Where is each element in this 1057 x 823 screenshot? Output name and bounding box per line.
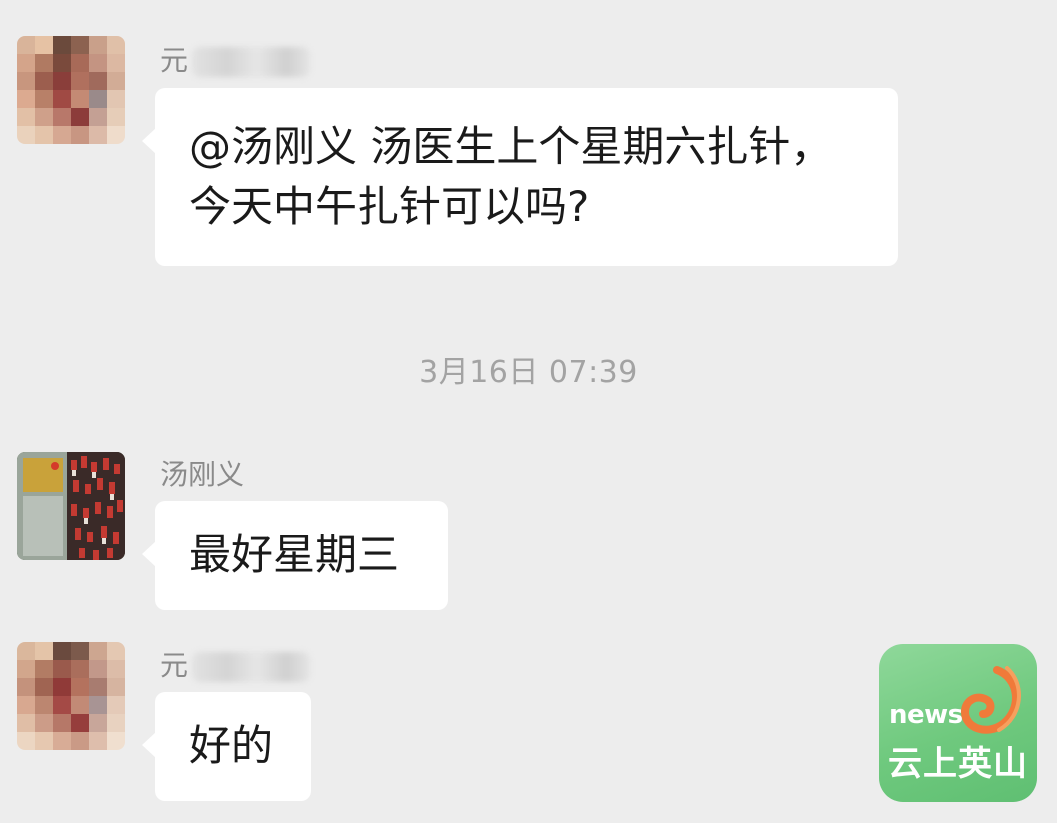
avatar-mosaic-cell <box>53 36 71 54</box>
sender-name-visible: 汤刚义 <box>160 458 245 491</box>
avatar-mosaic-cell <box>35 678 53 696</box>
avatar-mosaic-cell <box>17 696 35 714</box>
message-text-line: 今天中午扎针可以吗? <box>189 182 590 231</box>
avatar-mosaic-cell <box>89 714 107 732</box>
message-bubble[interactable]: @汤刚义 汤医生上个星期六扎针， 今天中午扎针可以吗? <box>142 88 898 266</box>
avatar-mosaic-cell <box>53 642 71 660</box>
avatar-mosaic-cell <box>89 660 107 678</box>
blurred-name-redaction <box>192 47 311 77</box>
avatar-mosaic-cell <box>89 108 107 126</box>
avatar-mosaic-cell <box>17 642 35 660</box>
avatar-mosaic-cell <box>35 90 53 108</box>
avatar-mosaic-cell <box>17 90 35 108</box>
avatar-mosaic-cell <box>35 108 53 126</box>
avatar-mosaic-cell <box>53 678 71 696</box>
avatar-mosaic-cell <box>35 642 53 660</box>
avatar-mosaic-cell <box>35 126 53 144</box>
user-avatar-photo[interactable] <box>17 452 125 560</box>
message-text-line: @汤刚义 汤医生上个星期六扎针， <box>189 122 833 171</box>
avatar-mosaic-cell <box>53 90 71 108</box>
avatar-mosaic-cell <box>89 90 107 108</box>
sender-name: 汤刚义 <box>160 458 244 492</box>
avatar-mosaic-cell <box>17 126 35 144</box>
message-bubble[interactable]: 最好星期三 <box>142 501 448 610</box>
chat-timestamp: 3月16日 07:39 <box>419 355 638 390</box>
avatar-mosaic-cell <box>71 126 89 144</box>
photo-avatar-icon <box>17 452 125 560</box>
avatar-mosaic-cell <box>35 696 53 714</box>
sender-name-visible: 元 <box>160 44 189 77</box>
avatar-mosaic-cell <box>53 54 71 72</box>
avatar-mosaic-cell <box>107 72 125 90</box>
swirl-logo-icon <box>960 666 1021 734</box>
avatar-mosaic-cell <box>53 714 71 732</box>
avatar-mosaic-cell <box>71 732 89 750</box>
avatar-mosaic-cell <box>35 72 53 90</box>
sender-name: 元 <box>160 44 311 78</box>
avatar-mosaic-cell <box>35 714 53 732</box>
avatar-mosaic-cell <box>71 678 89 696</box>
user-avatar-mosaic[interactable] <box>17 36 125 144</box>
avatar-mosaic-cell <box>35 36 53 54</box>
avatar-mosaic-cell <box>107 660 125 678</box>
avatar-mosaic-cell <box>71 108 89 126</box>
sender-name-visible: 元 <box>160 649 189 682</box>
avatar-mosaic-cell <box>89 36 107 54</box>
avatar-mosaic-cell <box>53 108 71 126</box>
avatar-mosaic-cell <box>71 660 89 678</box>
avatar-mosaic-cell <box>35 732 53 750</box>
avatar-mosaic-cell <box>89 732 107 750</box>
user-avatar-mosaic[interactable] <box>17 642 125 750</box>
message-text-line: 最好星期三 <box>189 530 400 579</box>
avatar-mosaic-cell <box>71 54 89 72</box>
avatar-mosaic-cell <box>107 36 125 54</box>
avatar-mosaic-cell <box>71 714 89 732</box>
avatar-mosaic-cell <box>107 54 125 72</box>
avatar-mosaic-cell <box>107 696 125 714</box>
avatar-mosaic-cell <box>89 54 107 72</box>
chat-screen: 元 @汤刚义 汤医生上个星期六扎针， 今天中午扎针可以吗? 3月16日 07:3… <box>0 0 1057 823</box>
avatar-mosaic-cell <box>89 696 107 714</box>
avatar-mosaic-cell <box>17 36 35 54</box>
avatar-mosaic-cell <box>89 642 107 660</box>
avatar-mosaic-cell <box>53 696 71 714</box>
avatar-mosaic-cell <box>107 126 125 144</box>
blurred-name-redaction <box>192 652 311 682</box>
sender-name: 元 <box>160 649 311 683</box>
avatar-mosaic-cell <box>107 732 125 750</box>
watermark-brand-label: 云上英山 <box>888 744 1028 784</box>
avatar-mosaic-cell <box>53 660 71 678</box>
avatar-mosaic-cell <box>71 642 89 660</box>
avatar-mosaic-cell <box>17 108 35 126</box>
avatar-mosaic-cell <box>71 36 89 54</box>
avatar-mosaic-cell <box>107 642 125 660</box>
message-text-line: 好的 <box>189 721 274 770</box>
avatar-mosaic-cell <box>17 72 35 90</box>
avatar-mosaic-cell <box>89 678 107 696</box>
avatar-mosaic-cell <box>17 54 35 72</box>
avatar-mosaic-cell <box>35 660 53 678</box>
avatar-mosaic-cell <box>35 54 53 72</box>
avatar-mosaic-cell <box>17 714 35 732</box>
avatar-mosaic-cell <box>71 72 89 90</box>
avatar-mosaic-cell <box>107 678 125 696</box>
avatar-mosaic-cell <box>53 126 71 144</box>
avatar-mosaic-cell <box>53 72 71 90</box>
avatar-mosaic-cell <box>107 714 125 732</box>
avatar-mosaic-cell <box>71 90 89 108</box>
avatar-mosaic-cell <box>89 72 107 90</box>
watermark-news-label: news <box>889 700 963 730</box>
avatar-mosaic-cell <box>53 732 71 750</box>
yunshang-yingshan-watermark: news 云上英山 <box>879 644 1037 802</box>
avatar-mosaic-cell <box>89 126 107 144</box>
avatar-mosaic-cell <box>17 678 35 696</box>
avatar-mosaic-cell <box>107 108 125 126</box>
avatar-mosaic-cell <box>71 696 89 714</box>
avatar-mosaic-cell <box>17 660 35 678</box>
avatar-mosaic-cell <box>107 90 125 108</box>
message-bubble[interactable]: 好的 <box>142 692 311 801</box>
avatar-mosaic-cell <box>17 732 35 750</box>
